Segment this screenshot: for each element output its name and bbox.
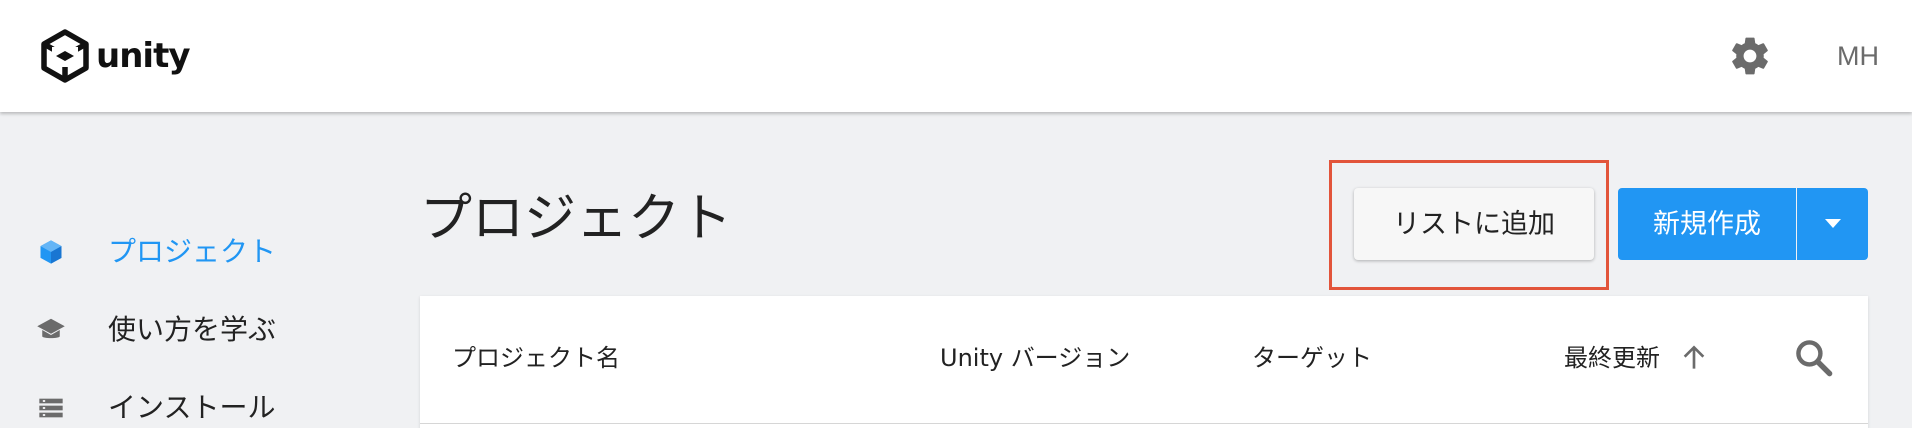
- new-project-button[interactable]: 新規作成: [1618, 188, 1796, 260]
- cube-icon: [34, 235, 68, 269]
- list-icon: [34, 391, 68, 425]
- sidebar-item-label: プロジェクト: [108, 235, 277, 268]
- add-to-list-button[interactable]: リストに追加: [1354, 188, 1594, 260]
- column-header-unity-version[interactable]: Unity バージョン: [940, 340, 1130, 376]
- user-avatar[interactable]: MH: [1830, 38, 1886, 74]
- unity-cube-icon: [41, 29, 89, 83]
- unity-logo: unity: [38, 28, 190, 84]
- sort-arrow-up-icon[interactable]: [1678, 342, 1710, 374]
- app-header: unity MH: [0, 0, 1912, 112]
- sidebar-item-installs[interactable]: インストール: [0, 378, 400, 428]
- sidebar-item-projects[interactable]: プロジェクト: [0, 222, 400, 282]
- new-project-dropdown-button[interactable]: [1797, 188, 1868, 260]
- caret-down-icon: [1824, 219, 1841, 228]
- gear-icon[interactable]: [1728, 34, 1772, 78]
- sidebar-item-label: 使い方を学ぶ: [108, 313, 277, 346]
- sidebar-item-label: インストール: [108, 391, 276, 424]
- graduation-cap-icon: [34, 313, 68, 347]
- column-header-project-name[interactable]: プロジェクト名: [452, 340, 620, 376]
- page-title: プロジェクト: [420, 189, 733, 249]
- sidebar: プロジェクト 使い方を学ぶ インストール: [0, 112, 400, 428]
- projects-table: プロジェクト名 Unity バージョン ターゲット 最終更新: [420, 296, 1868, 428]
- column-header-target[interactable]: ターゲット: [1252, 340, 1372, 376]
- search-icon[interactable]: [1792, 336, 1836, 380]
- table-header: プロジェクト名 Unity バージョン ターゲット 最終更新: [420, 296, 1868, 424]
- column-header-last-modified[interactable]: 最終更新: [1564, 340, 1660, 376]
- logo-text: unity: [96, 36, 190, 76]
- sidebar-item-learn[interactable]: 使い方を学ぶ: [0, 300, 400, 360]
